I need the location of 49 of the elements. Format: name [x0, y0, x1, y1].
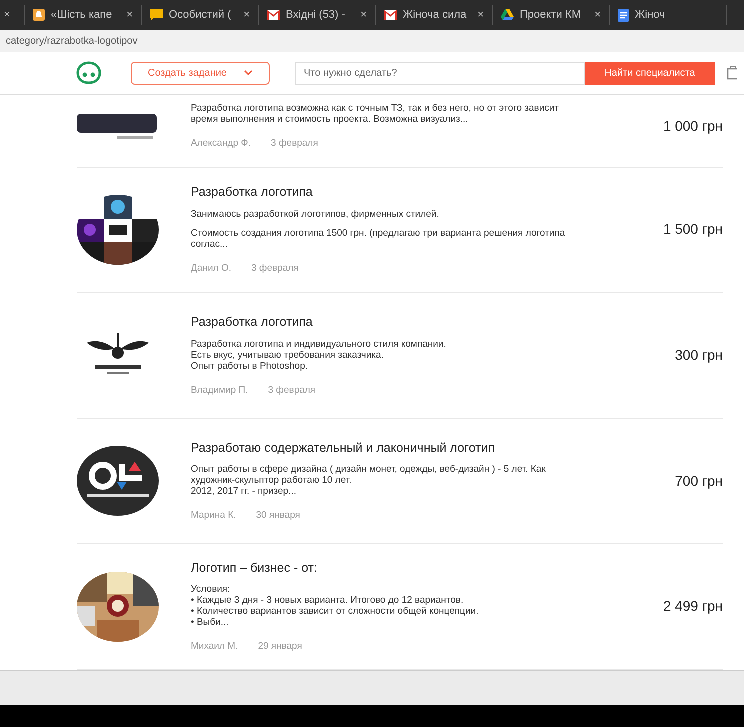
browser-tab[interactable]: Жіноч [610, 5, 727, 25]
listing-price: 1 000 грн [662, 117, 723, 136]
listing-price: 700 грн [674, 472, 723, 491]
search-field[interactable]: Что нужно сделать? [295, 62, 585, 84]
browser-tab[interactable]: «Шість капе × [25, 5, 142, 25]
logo-icon[interactable] [76, 61, 102, 85]
listing-date: 3 февраля [271, 136, 318, 151]
listing-title[interactable]: Разработка логотипа [191, 313, 633, 332]
listing-date: 3 февраля [251, 262, 299, 276]
author-name: Марина К. [191, 509, 236, 524]
listing-title[interactable]: Разработаю содержательный и лаконичный логотип [191, 438, 633, 458]
listing-title[interactable]: Разработка логотипа [191, 183, 633, 202]
author-name: Александр Ф. [191, 136, 252, 151]
document-icon [618, 8, 629, 22]
author-name: Данил О. [191, 262, 232, 276]
chevron-down-icon [244, 70, 253, 76]
browser-tab[interactable]: × [0, 5, 25, 25]
listing-price: 1 500 грн [662, 220, 723, 240]
close-icon[interactable]: × [594, 6, 601, 24]
listing-date: 3 февраля [268, 384, 316, 398]
close-icon[interactable]: × [4, 6, 10, 24]
browser-tab[interactable]: Особистий ( × [142, 5, 259, 25]
mail-icon [384, 10, 397, 20]
briefcase-icon[interactable] [727, 66, 737, 80]
listing-description: Стоимость создания логотипа 1500 грн. (предлагаю три варианта решения логотипа соглас... [191, 228, 566, 250]
triangle-icon [501, 9, 514, 21]
close-icon[interactable]: × [244, 6, 250, 24]
listing-title[interactable]: Логотип – бизнес - от: [191, 558, 633, 578]
bell-icon [33, 9, 45, 21]
listing-price: 300 грн [674, 346, 723, 366]
close-icon[interactable]: × [478, 6, 484, 24]
close-icon[interactable]: × [360, 6, 367, 24]
close-icon[interactable]: × [126, 6, 133, 24]
listing-date: 29 января [258, 640, 302, 654]
listing-description: Разработка логотипа и индивидуального стиля компании. Есть вкус, учитываю требования заказчика. Опыт работы в Photoshop. [191, 338, 448, 372]
mail-icon [267, 10, 280, 20]
author-name: Михаил М. [191, 640, 238, 654]
author-name: Владимир П. [191, 384, 248, 398]
address-bar[interactable]: category/razrabotka-logotipov [0, 34, 138, 48]
listing-description: Разработка логотипа возможна как с точным ТЗ, так и без него, но от этого зависит время выполнения и стоимость проекта. Возможна визуализ... [191, 102, 560, 125]
browser-tab[interactable]: Проекти КМ × [493, 5, 610, 25]
chat-icon [150, 9, 163, 21]
listing-description: Опыт работы в сфере дизайна ( дизайн монет, одежды, веб-дизайн ) - 5 лет. Как художник-скульптор работаю 10 лет. 2012, 2017 гг. - призер... [191, 464, 547, 498]
browser-tab[interactable]: Вхідні (53) - × [259, 5, 376, 25]
browser-tab[interactable]: Жіноча сила × [376, 5, 493, 25]
listing-description: Условия: • Каждые 3 дня - 3 новых варианта. Итогово до 12 вариантов. • Количество вариантов зависит от сложности общей концепции. • Выби... [191, 584, 480, 628]
listing-date: 30 января [256, 509, 300, 524]
listing-description: Занимаюсь разработкой логотипов, фирменных стилей. [191, 209, 440, 220]
listing-price: 2 499 грн [662, 597, 723, 616]
